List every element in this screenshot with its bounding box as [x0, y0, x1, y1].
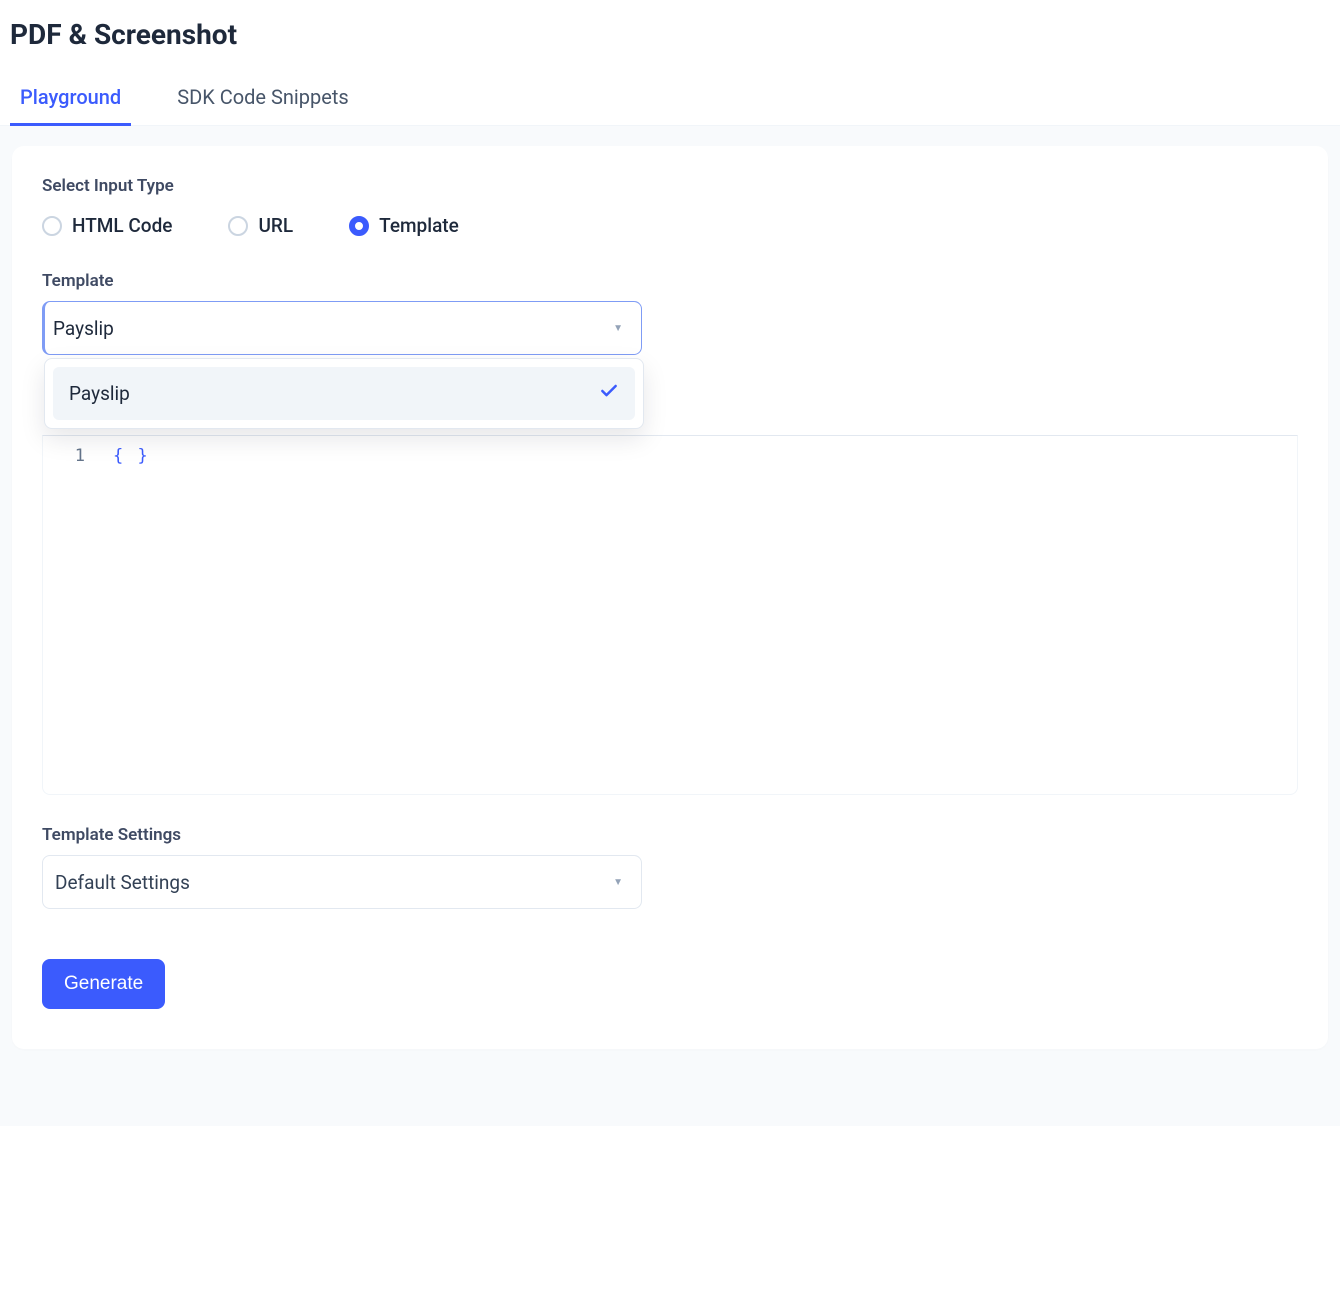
template-settings-select[interactable]: Default Settings ▼ — [42, 855, 642, 909]
editor-gutter: 1 — [43, 436, 113, 794]
line-number: 1 — [43, 446, 85, 466]
tabs-bar: Playground SDK Code Snippets — [0, 71, 1340, 126]
tab-sdk-code-snippets[interactable]: SDK Code Snippets — [167, 71, 359, 126]
editor-body[interactable]: { } — [113, 436, 150, 794]
template-select-value: Payslip — [53, 317, 114, 340]
template-field-label: Template — [42, 271, 1298, 291]
content-area: Select Input Type HTML Code URL Template… — [0, 126, 1340, 1126]
template-settings-block: Template Settings Default Settings ▼ — [42, 825, 1298, 909]
editor-content: { } — [113, 446, 150, 466]
input-type-label: Select Input Type — [42, 176, 1298, 196]
radio-url[interactable]: URL — [228, 214, 293, 237]
template-settings-label: Template Settings — [42, 825, 1298, 845]
chevron-down-icon: ▼ — [613, 323, 623, 334]
radio-html-code[interactable]: HTML Code — [42, 214, 172, 237]
generate-button[interactable]: Generate — [42, 959, 165, 1009]
template-option-payslip[interactable]: Payslip — [53, 367, 635, 420]
chevron-down-icon: ▼ — [613, 877, 623, 888]
option-label: Payslip — [69, 382, 130, 405]
tab-playground[interactable]: Playground — [10, 71, 131, 126]
template-dropdown: Payslip — [44, 358, 644, 429]
radio-icon — [228, 216, 248, 236]
radio-label: URL — [258, 214, 293, 237]
radio-icon — [349, 216, 369, 236]
input-type-radio-group: HTML Code URL Template — [42, 214, 1298, 237]
playground-card: Select Input Type HTML Code URL Template… — [12, 146, 1328, 1049]
radio-label: HTML Code — [72, 214, 172, 237]
code-editor[interactable]: 1 { } — [42, 435, 1298, 795]
template-select[interactable]: Payslip ▼ Payslip — [42, 301, 642, 355]
radio-template[interactable]: Template — [349, 214, 459, 237]
settings-select-value: Default Settings — [55, 871, 190, 894]
page-title: PDF & Screenshot — [0, 0, 1340, 71]
radio-icon — [42, 216, 62, 236]
check-icon — [599, 381, 619, 406]
radio-label: Template — [379, 214, 459, 237]
